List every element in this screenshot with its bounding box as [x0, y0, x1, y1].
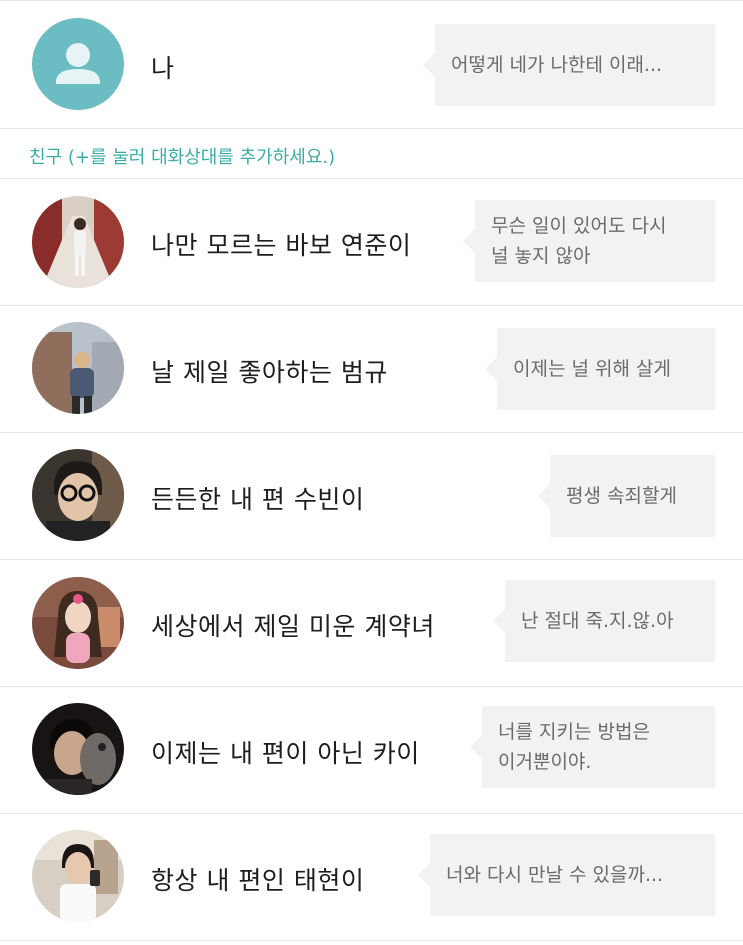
message-bubble: 이제는 널 위해 살게	[485, 328, 715, 410]
friend-name: 나만 모르는 바보 연준이	[151, 231, 412, 260]
avatar[interactable]	[32, 322, 124, 414]
message-bubble: 무슨 일이 있어도 다시 널 놓지 않아	[463, 200, 715, 282]
friend-row[interactable]: 든든한 내 편 수빈이 평생 속죄할게	[0, 433, 743, 560]
friend-row[interactable]: 나만 모르는 바보 연준이 무슨 일이 있어도 다시 널 놓지 않아	[0, 179, 743, 306]
avatar[interactable]	[32, 449, 124, 541]
avatar[interactable]	[32, 577, 124, 669]
person-icon	[56, 43, 100, 84]
friends-section-header: 친구 (+를 눌러 대화상대를 추가하세요.)	[0, 129, 743, 179]
message-bubble: 평생 속죄할게	[538, 455, 715, 537]
friend-row[interactable]: 이제는 내 편이 아닌 카이 너를 지키는 방법은 이거뿐이야.	[0, 687, 743, 814]
message-bubble: 너와 다시 만날 수 있을까...	[418, 834, 715, 916]
friend-row[interactable]: 항상 내 편인 태현이 너와 다시 만날 수 있을까...	[0, 814, 743, 941]
friend-name: 날 제일 좋아하는 범규	[151, 358, 388, 387]
friend-row[interactable]: 날 제일 좋아하는 범규 이제는 널 위해 살게	[0, 306, 743, 433]
avatar[interactable]	[32, 18, 124, 110]
friend-name: 이제는 내 편이 아닌 카이	[151, 739, 420, 768]
my-profile-row[interactable]: 나 어떻게 네가 나한테 이래...	[0, 1, 743, 129]
last-message: 평생 속죄할게	[566, 485, 677, 507]
chat-list: 나 어떻게 네가 나한테 이래... 친구 (+를 눌러 대화상대를 추가하세요…	[0, 0, 743, 945]
message-bubble: 너를 지키는 방법은 이거뿐이야.	[470, 706, 715, 788]
friend-name: 든든한 내 편 수빈이	[151, 485, 365, 514]
avatar[interactable]	[32, 830, 124, 922]
avatar[interactable]	[32, 703, 124, 795]
message-bubble: 어떻게 네가 나한테 이래...	[423, 24, 715, 106]
avatar-photo	[32, 577, 124, 669]
avatar-photo	[32, 703, 124, 795]
friend-row[interactable]: 세상에서 제일 미운 계약녀 난 절대 죽.지.않.아	[0, 560, 743, 687]
last-message: 이제는 널 위해 살게	[513, 358, 671, 380]
avatar-photo	[32, 322, 124, 414]
avatar-photo	[32, 830, 124, 922]
my-name: 나	[151, 54, 175, 83]
message-bubble: 난 절대 죽.지.않.아	[493, 580, 715, 662]
last-message: 너를 지키는 방법은 이거뿐이야.	[498, 721, 650, 773]
avatar-photo	[32, 449, 124, 541]
last-message: 어떻게 네가 나한테 이래...	[451, 54, 663, 76]
avatar[interactable]	[32, 196, 124, 288]
friends-section-label: 친구 (+를 눌러 대화상대를 추가하세요.)	[29, 147, 336, 168]
friend-name: 항상 내 편인 태현이	[151, 866, 365, 895]
avatar-photo	[32, 196, 124, 288]
last-message: 너와 다시 만날 수 있을까...	[446, 864, 664, 886]
last-message: 무슨 일이 있어도 다시 널 놓지 않아	[491, 215, 667, 267]
friend-name: 세상에서 제일 미운 계약녀	[151, 612, 435, 641]
last-message: 난 절대 죽.지.않.아	[521, 610, 674, 632]
